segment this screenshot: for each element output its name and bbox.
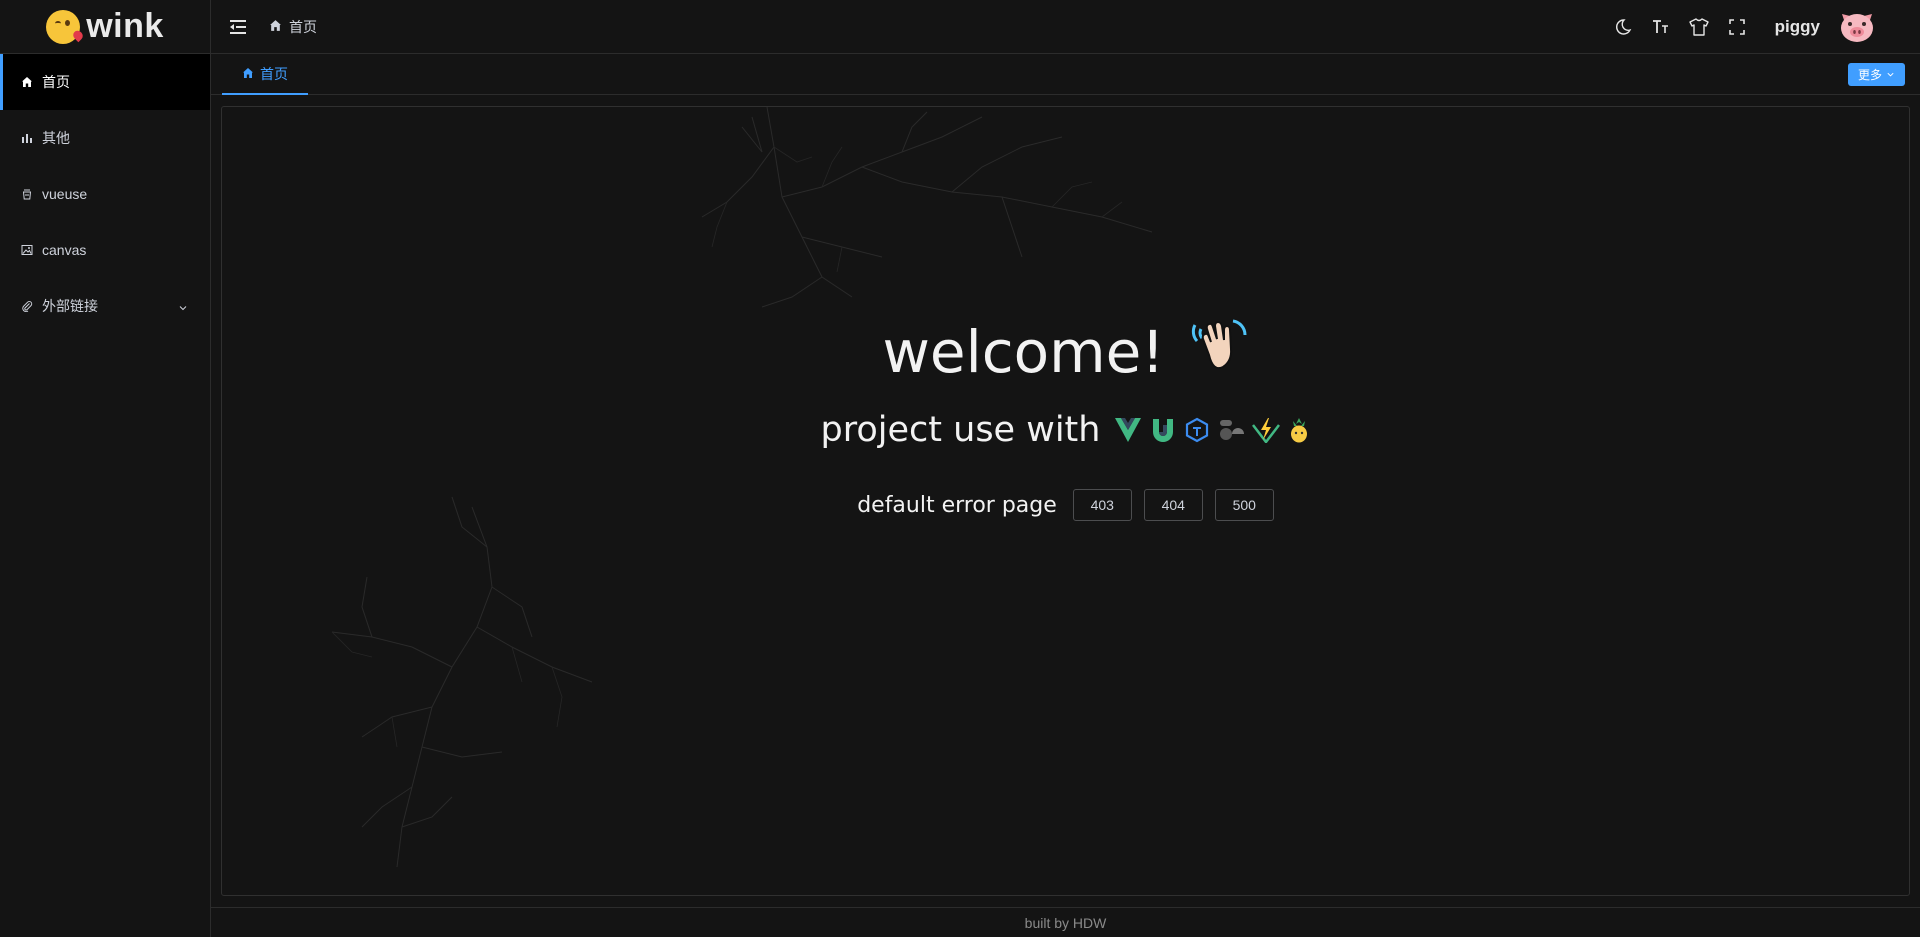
font-size-icon[interactable] <box>1651 17 1671 37</box>
breadcrumb: 首页 <box>269 17 317 37</box>
cup-icon <box>20 187 34 201</box>
vue-logo-icon <box>1115 418 1142 442</box>
chevron-down-icon <box>1886 68 1895 82</box>
sidebar-item-label: 外部链接 <box>42 298 98 314</box>
vueuse-logo-icon <box>1153 419 1174 442</box>
sidebar-item-canvas[interactable]: canvas <box>0 222 210 278</box>
bar-chart-icon <box>20 131 34 145</box>
error-403-button[interactable]: 403 <box>1072 489 1132 521</box>
sidebar-item-external-links[interactable]: 外部链接 <box>0 278 210 334</box>
sidebar-item-label: 首页 <box>42 74 70 90</box>
sidebar-item-other[interactable]: 其他 <box>0 110 210 166</box>
error-404-button[interactable]: 404 <box>1143 489 1203 521</box>
fullscreen-icon[interactable] <box>1727 17 1747 37</box>
unocss-logo-icon <box>1220 420 1245 440</box>
pig-face-icon <box>1841 14 1873 42</box>
error-page-label: default error page <box>857 492 1057 518</box>
sidebar-item-vueuse[interactable]: vueuse <box>0 166 210 222</box>
main-content: welcome! project use with default error … <box>221 106 1910 896</box>
chevron-down-icon <box>178 300 188 316</box>
waving-hand-icon <box>1189 315 1249 389</box>
tabs-bar: 首页 更多 <box>211 54 1920 95</box>
kissing-face-icon <box>46 9 85 44</box>
error-500-button[interactable]: 500 <box>1214 489 1274 521</box>
image-icon <box>20 243 34 257</box>
project-text: project use with <box>820 410 1101 450</box>
home-icon <box>242 66 254 82</box>
welcome-text: welcome! <box>882 318 1165 386</box>
logo-text: wink <box>86 7 164 45</box>
welcome-heading: welcome! <box>222 315 1909 389</box>
error-pages-row: default error page 403 404 500 <box>222 489 1909 521</box>
typescript-cube-icon <box>1186 417 1209 443</box>
footer: built by HDW <box>211 907 1920 937</box>
sidebar-item-label: vueuse <box>42 186 88 202</box>
avatar[interactable] <box>1838 10 1876 44</box>
tech-icons <box>1114 417 1310 443</box>
sidebar-menu: 首页 其他 vueuse canvas 外部链接 <box>0 54 210 334</box>
home-icon <box>20 75 34 89</box>
paperclip-icon <box>20 299 34 313</box>
menu-collapse-button[interactable] <box>227 16 249 38</box>
breadcrumb-item[interactable]: 首页 <box>289 17 317 37</box>
moon-icon[interactable] <box>1613 17 1633 37</box>
more-label: 更多 <box>1857 68 1882 82</box>
home-icon <box>269 19 282 35</box>
sidebar-item-home[interactable]: 首页 <box>0 54 210 110</box>
footer-text: built by HDW <box>1024 914 1107 931</box>
header-actions: piggy <box>1613 0 1876 54</box>
logo[interactable]: wink <box>0 0 210 54</box>
top-header: 首页 piggy <box>211 0 1920 54</box>
pinia-pineapple-icon <box>1291 418 1308 443</box>
sidebar: wink 首页 其他 vueuse canvas 外部链接 <box>0 0 211 937</box>
sidebar-item-label: 其他 <box>42 130 70 146</box>
tab-label: 首页 <box>260 65 288 82</box>
vite-logo-icon <box>1252 418 1281 443</box>
project-stack-line: project use with <box>222 410 1909 450</box>
sidebar-item-label: canvas <box>42 242 87 258</box>
tab-home[interactable]: 首页 <box>222 54 308 95</box>
tshirt-icon[interactable] <box>1688 17 1709 37</box>
menu-fold-icon <box>230 19 246 34</box>
username[interactable]: piggy <box>1775 17 1820 37</box>
more-dropdown-button[interactable]: 更多 <box>1847 63 1905 86</box>
